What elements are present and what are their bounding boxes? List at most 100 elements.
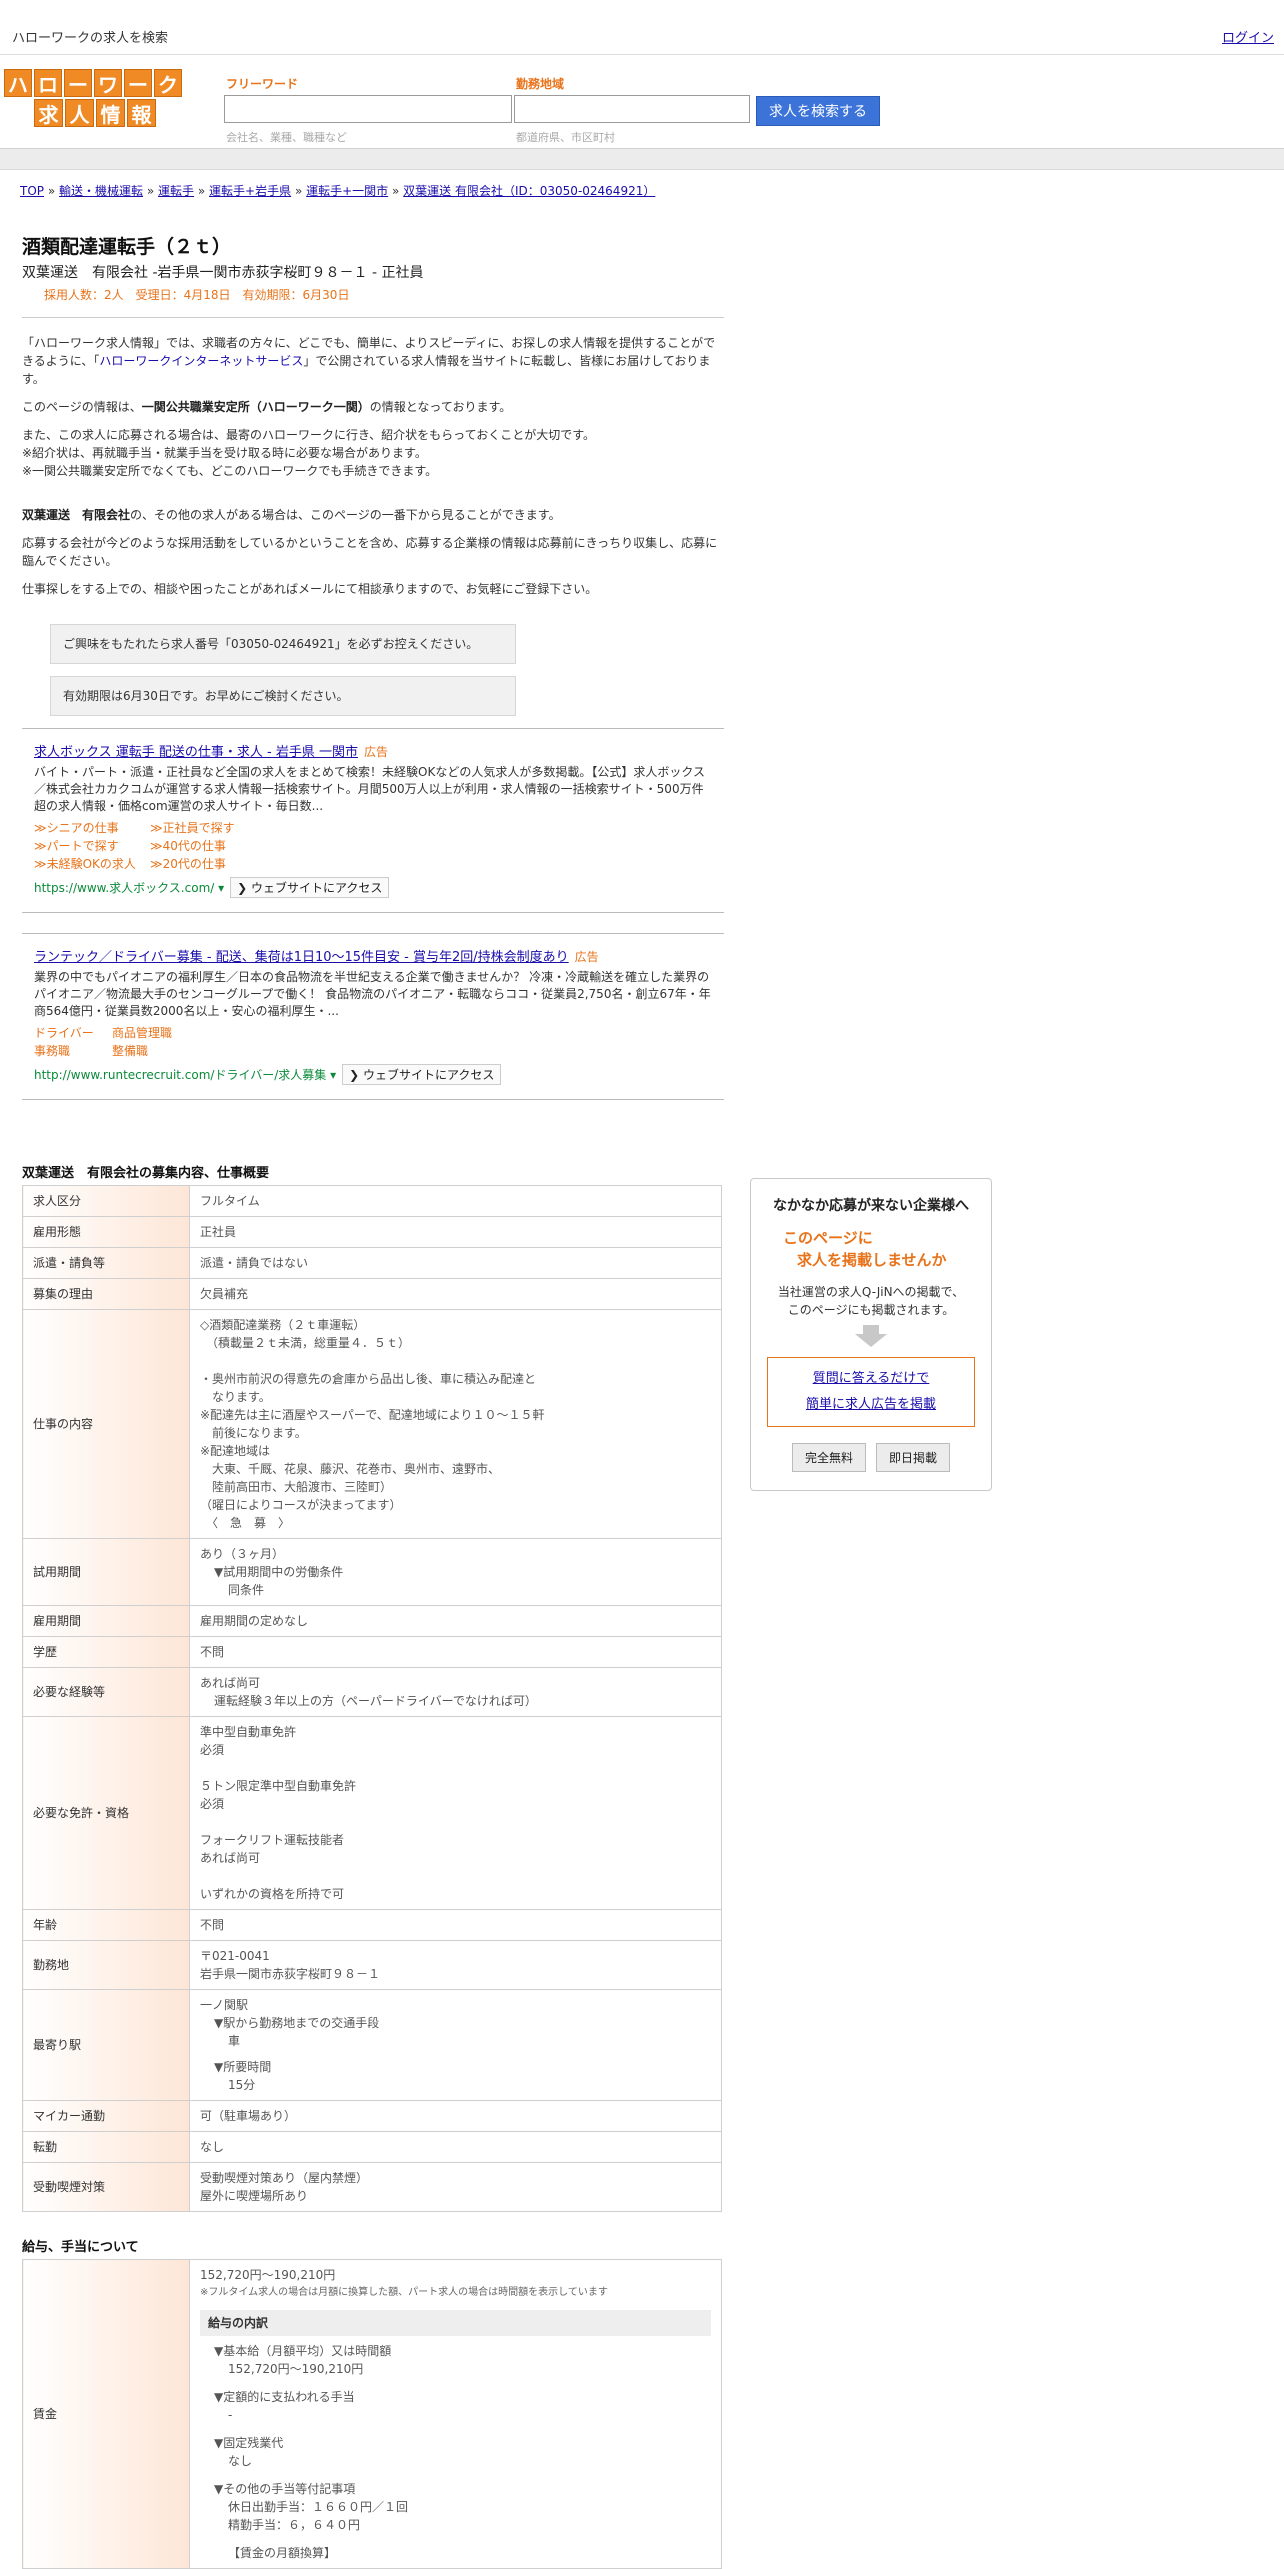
ad-sitelink[interactable]: 整備職 [112, 1042, 190, 1060]
side-headline-line: 求人を掲載しませんか [797, 1251, 947, 1269]
ad-sitelink[interactable]: ≫パートで探す [34, 837, 150, 855]
office-text: の情報となっております。 [369, 400, 512, 414]
row-key: 雇用形態 [22, 1216, 190, 1248]
row-key: 雇用期間 [22, 1605, 190, 1637]
table-row: 求人区分 フルタイム [22, 1185, 722, 1217]
value-line: 【賃金の月額換算】 [228, 2546, 337, 2560]
post-ad-link[interactable]: 簡単に求人広告を掲載 [806, 1397, 936, 1412]
ad-sitelink[interactable]: ≫未経験OKの求人 [34, 855, 150, 873]
ad-url[interactable]: https://www.求人ボックス.com/ ▾ [34, 881, 224, 895]
row-key: 賃金 [22, 2259, 190, 2569]
breadcrumb-city[interactable]: 運転手+一関市 [306, 184, 388, 198]
area-label: 勤務地域 [516, 77, 565, 91]
breadcrumb-prefecture[interactable]: 運転手+岩手県 [209, 184, 291, 198]
row-key: マイカー通勤 [22, 2100, 190, 2132]
breadcrumb-company[interactable]: 双葉運送 有限会社（ID：03050-02464921） [403, 184, 655, 198]
ad-sitelink[interactable]: 事務職 [34, 1042, 112, 1060]
value-line: ▼試用期間中の労働条件 [214, 1565, 344, 1579]
table-row: 仕事の内容 ◇酒類配達業務（２ｔ車運転） （積載量２ｔ未満，総重量４．５ｔ） ・… [22, 1309, 722, 1539]
keyword-input[interactable] [224, 95, 512, 123]
office-name: 一関公共職業安定所（ハローワーク一関） [141, 400, 370, 414]
area-input[interactable] [514, 95, 750, 123]
ad-sitelink[interactable]: ドライバー [34, 1024, 112, 1042]
table-row: 雇用期間 雇用期間の定めなし [22, 1605, 722, 1637]
row-key: 試用期間 [22, 1538, 190, 1606]
desc-line: 大東、千厩、花泉、藤沢、花巻市、奥州市、遠野市、 [200, 1462, 501, 1476]
logo[interactable]: ハ ロ ー ワ ー ク 求 人 情 報 [4, 69, 182, 127]
divider [22, 317, 724, 318]
row-value: 可（駐車場あり） [189, 2100, 722, 2132]
ad-sitelinks: ドライバー 商品管理職 事務職 整備職 [34, 1024, 712, 1060]
same-day-button[interactable]: 即日掲載 [876, 1443, 951, 1472]
table-row: マイカー通勤 可（駐車場あり） [22, 2100, 722, 2132]
ad-url-row: https://www.求人ボックス.com/ ▾ ❯ ウェブサイトにアクセス [34, 877, 712, 898]
ad-sitelinks: ≫シニアの仕事 ≫正社員で探す ≫パートで探す ≫40代の仕事 ≫未経験OKの求人 ≫… [34, 819, 712, 873]
desc-line: ※配達地域は [200, 1444, 271, 1458]
ad-title-link[interactable]: ランテック／ドライバー募集 - 配送、集荷は1日10～15件目安 - 賞与年2回… [34, 950, 569, 965]
header: ハ ロ ー ワ ー ク 求 人 情 報 フリーワード 会社名、業種、職種など 勤… [0, 55, 1284, 147]
ad-block: 求人ボックス 運転手 配送の仕事・求人 - 岩手県 一関市 広告 バイト・パート・… [22, 728, 724, 913]
row-value: 受動喫煙対策あり（屋内禁煙） 屋外に喫煙場所あり [189, 2162, 722, 2212]
value-line: 精勤手当：６，６４０円 [228, 2518, 361, 2532]
value-line: 車 [228, 2034, 241, 2048]
value-line: 同条件 [228, 1583, 265, 1597]
table-row: 転勤 なし [22, 2131, 722, 2163]
keyword-hint: 会社名、業種、職種など [226, 131, 347, 144]
free-button[interactable]: 完全無料 [791, 1443, 866, 1472]
value-line: 必須 [200, 1797, 225, 1811]
breadcrumb-category[interactable]: 輸送・機械運転 [59, 184, 143, 198]
breadcrumb-top[interactable]: TOP [20, 184, 44, 198]
referral-text: また、この求人に応募される場合は、最寄のハローワークに行き、紹介状をもらっておく… [22, 428, 596, 442]
search-button[interactable]: 求人を検索する [756, 96, 880, 126]
table-row: 学歴 不問 [22, 1636, 722, 1668]
row-value: あれば尚可 運転経験３年以上の方（ペーパードライバーでなければ可） [189, 1667, 722, 1717]
logo-char: ー [64, 69, 92, 97]
post-ad-link[interactable]: 質問に答えるだけで [813, 1371, 930, 1386]
desc-line: 陸前高田市、大船渡市、三陸町） [200, 1480, 393, 1494]
table-row: 必要な経験等 あれば尚可 運転経験３年以上の方（ペーパードライバーでなければ可） [22, 1667, 722, 1717]
logo-char: ク [154, 69, 182, 97]
login-link[interactable]: ログイン [1222, 27, 1274, 46]
ad-sitelink[interactable]: ≫40代の仕事 [150, 837, 266, 855]
desc-line: ※配達先は主に酒屋やスーパーで、配達地域により１０～１５軒 [200, 1408, 545, 1422]
value-line: - [228, 2408, 233, 2422]
consult-paragraph: 仕事探しをする上での、相談や困ったことがあればメールにて相談承りますので、お気軽… [22, 582, 598, 596]
value-spacer [200, 2050, 711, 2058]
value-line: あれば尚可 [200, 1851, 261, 1865]
side-headline: このページに 求人を掲載しませんか [751, 1227, 991, 1271]
employer-ad-box: なかなか応募が来ない企業様へ このページに 求人を掲載しませんか 当社運営の求人… [750, 1178, 992, 1491]
value-line: ▼基本給（月額平均）又は時間額 [214, 2344, 392, 2358]
company-name: 双葉運送 有限会社 [22, 508, 131, 522]
value-line: ▼固定残業代 [214, 2436, 284, 2450]
job-meta: 採用人数：2人 受理日：4月18日 有効期限：6月30日 [44, 288, 350, 302]
desc-spacer [200, 1352, 711, 1370]
breadcrumb-occupation[interactable]: 運転手 [158, 184, 194, 198]
visit-website-button[interactable]: ❯ ウェブサイトにアクセス [230, 877, 390, 898]
breadcrumb-sep: » [197, 184, 206, 198]
visit-website-button[interactable]: ❯ ウェブサイトにアクセス [342, 1064, 502, 1085]
ad-sitelink[interactable]: 商品管理職 [112, 1024, 190, 1042]
side-buttons: 完全無料 即日掲載 [751, 1443, 991, 1472]
ad-sitelink[interactable]: ≫20代の仕事 [150, 855, 266, 873]
ad-url[interactable]: http://www.runtecrecruit.com/ドライバー/求人募集 … [34, 1068, 336, 1082]
row-value: 欠員補充 [189, 1278, 722, 1310]
value-line: ▼所要時間 [214, 2060, 272, 2074]
ad-sitelink[interactable]: ≫シニアの仕事 [34, 819, 150, 837]
logo-char: ロ [34, 69, 62, 97]
value-line: 準中型自動車免許 [200, 1725, 297, 1739]
details-title: 双葉運送 有限会社の募集内容、仕事概要 [22, 1166, 270, 1181]
main-content: 酒類配達運転手（２ｔ） 双葉運送 有限会社 -岩手県一関市赤荻字桜町９８－１ -… [22, 232, 724, 2569]
value-line: 一ノ関駅 [200, 1998, 249, 2012]
salary-range: 152,720円〜190,210円 [200, 2268, 336, 2282]
hellowork-internet-service-link[interactable]: ハローワークインターネットサービス [99, 354, 303, 368]
desc-line: 前後になります。 [200, 1426, 307, 1440]
row-key: 必要な免許・資格 [22, 1716, 190, 1910]
ad-sitelink[interactable]: ≫正社員で探す [150, 819, 266, 837]
arrow-down-icon [855, 1325, 887, 1347]
logo-char: 報 [127, 99, 156, 127]
ad-title-link[interactable]: 求人ボックス 運転手 配送の仕事・求人 - 岩手県 一関市 [34, 745, 358, 760]
desc-line: （曜日によりコースが決まってます） [200, 1498, 402, 1512]
value-line: ５トン限定準中型自動車免許 [200, 1779, 357, 1793]
ad-description: バイト・パート・派遣・正社員など全国の求人をまとめて検索！未経験OKなどの人気求… [34, 765, 705, 813]
value-spacer [200, 1759, 711, 1777]
